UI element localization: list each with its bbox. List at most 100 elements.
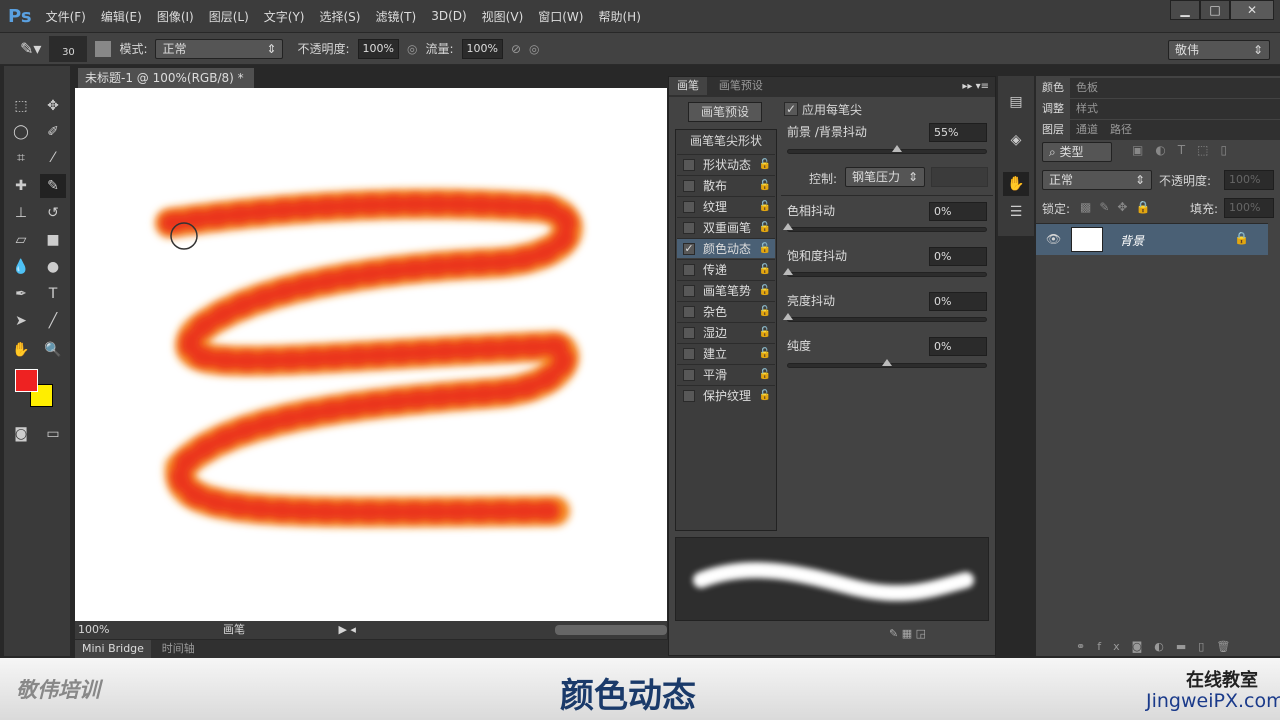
tab-styles[interactable]: 样式 <box>1070 99 1104 119</box>
eraser-tool-icon[interactable]: ▱ <box>8 228 34 252</box>
brush-presets-icon[interactable]: ☰ <box>1003 200 1029 224</box>
lock-icon[interactable]: 🔓 <box>759 260 771 280</box>
menu-select[interactable]: 选择(S) <box>320 8 361 25</box>
layer-filter-icons[interactable]: ▣◐T⬚▯ <box>1132 143 1239 157</box>
brush-setting-item[interactable]: 湿边 🔓 <box>677 322 775 342</box>
brightness-jitter-slider[interactable] <box>783 313 987 322</box>
workspace-select[interactable]: 敬伟 ⇕ <box>1168 40 1270 60</box>
tab-channels[interactable]: 通道 <box>1070 120 1104 140</box>
lock-icon[interactable]: 🔓 <box>759 344 771 364</box>
path-select-icon[interactable]: ➤ <box>8 309 34 333</box>
eyedropper-icon[interactable]: ⁄ <box>40 146 66 170</box>
lock-icon[interactable]: 🔓 <box>759 218 771 238</box>
tab-adjustments[interactable]: 调整 <box>1036 99 1070 119</box>
brush-setting-item[interactable]: 双重画笔 🔓 <box>677 217 775 237</box>
lock-icon[interactable]: 🔓 <box>759 176 771 196</box>
type-tool-icon[interactable]: T <box>40 282 66 306</box>
brush-setting-item[interactable]: ✓ 颜色动态 🔓 <box>677 238 775 258</box>
slider-thumb[interactable] <box>783 268 793 275</box>
brush-panel-toggle-icon[interactable] <box>95 40 112 57</box>
pen-tool-icon[interactable]: ✒ <box>8 282 34 306</box>
close-button[interactable]: ✕ <box>1230 0 1274 20</box>
lock-icon[interactable]: 🔓 <box>759 197 771 217</box>
tab-timeline[interactable]: 时间轴 <box>155 640 202 658</box>
slider-thumb[interactable] <box>882 359 892 366</box>
brush-setting-item[interactable]: 画笔笔势 🔓 <box>677 280 775 300</box>
panel-menu-icon[interactable]: ▸▸ ▾≡ <box>962 77 995 97</box>
pressure-opacity-icon[interactable]: ◎ <box>407 42 417 56</box>
checkbox[interactable] <box>683 180 695 192</box>
tab-brush[interactable]: 画笔 <box>669 77 707 95</box>
menu-image[interactable]: 图像(I) <box>157 8 194 25</box>
move-tool-icon[interactable]: ✥ <box>40 94 66 118</box>
brush-setting-item[interactable]: 保护纹理 🔓 <box>677 385 775 405</box>
checkbox[interactable] <box>683 264 695 276</box>
brush-setting-item[interactable]: 纹理 🔓 <box>677 196 775 216</box>
checkbox[interactable] <box>683 285 695 297</box>
lock-icon[interactable]: 🔓 <box>759 155 771 175</box>
quick-select-icon[interactable]: ✐ <box>40 120 66 144</box>
checkbox[interactable] <box>683 306 695 318</box>
flow-input[interactable]: 100% <box>461 38 503 59</box>
purity-slider[interactable] <box>787 359 987 368</box>
lock-icon[interactable]: 🔓 <box>759 365 771 385</box>
brush-panel-footer-icons[interactable]: ✎ ▦ ◲ <box>889 627 926 640</box>
checkbox[interactable]: ✓ <box>683 243 695 255</box>
menu-3d[interactable]: 3D(D) <box>431 9 466 23</box>
checkbox[interactable] <box>683 327 695 339</box>
fill-input[interactable]: 100% <box>1224 198 1274 218</box>
menu-filter[interactable]: 滤镜(T) <box>375 8 416 25</box>
control-select[interactable]: 钢笔压力 ⇕ <box>845 167 925 187</box>
brush-tool-icon[interactable]: ✎▾ <box>20 39 41 58</box>
brush-size-picker[interactable]: 30 <box>49 35 88 62</box>
menu-window[interactable]: 窗口(W) <box>538 8 583 25</box>
menu-layer[interactable]: 图层(L) <box>209 8 249 25</box>
marquee-tool-icon[interactable]: ⬚ <box>8 94 34 118</box>
brush-setting-item[interactable]: 散布 🔓 <box>677 175 775 195</box>
fg-bg-jitter-slider[interactable] <box>787 145 987 154</box>
menu-view[interactable]: 视图(V) <box>482 8 524 25</box>
layers-footer-icons[interactable]: ⚭fx◙◐▬▯🗑 <box>1076 640 1242 653</box>
hue-jitter-input[interactable]: 0% <box>929 202 987 221</box>
brush-setting-item[interactable]: 平滑 🔓 <box>677 364 775 384</box>
blend-mode-select[interactable]: 正常 ⇕ <box>1042 170 1152 190</box>
brush-tool-icon[interactable]: ✎ <box>40 174 66 198</box>
line-tool-icon[interactable]: ╱ <box>40 309 66 333</box>
lock-icons[interactable]: ▩✎✥🔒 <box>1080 200 1158 214</box>
lock-icon[interactable]: 🔓 <box>759 281 771 301</box>
fg-bg-jitter-input[interactable]: 55% <box>929 123 987 142</box>
status-info[interactable]: 画笔 <box>223 623 245 636</box>
mode-select[interactable]: 正常 ⇕ <box>155 38 284 59</box>
brightness-jitter-input[interactable]: 0% <box>929 292 987 311</box>
tab-mini-bridge[interactable]: Mini Bridge <box>75 640 151 658</box>
tab-swatches[interactable]: 色板 <box>1070 78 1104 98</box>
3d-panel-icon[interactable]: ◈ <box>1003 128 1029 152</box>
tab-layers[interactable]: 图层 <box>1036 120 1070 140</box>
quick-mask-icon[interactable]: ◙ <box>8 422 34 446</box>
brush-setting-item[interactable]: 杂色 🔓 <box>677 301 775 321</box>
checkbox[interactable] <box>683 159 695 171</box>
tab-paths[interactable]: 路径 <box>1104 120 1138 140</box>
checkbox[interactable] <box>683 369 695 381</box>
brush-setting-item[interactable]: 形状动态 🔓 <box>677 154 775 174</box>
zoom-tool-icon[interactable]: 🔍 <box>40 338 66 362</box>
tab-color[interactable]: 颜色 <box>1036 78 1070 98</box>
brush-presets-button[interactable]: 画笔预设 <box>688 102 762 122</box>
apply-per-tip-checkbox[interactable]: ✓ <box>784 102 798 116</box>
menu-file[interactable]: 文件(F) <box>46 8 86 25</box>
layer-filter-select[interactable]: ⌕ 类型 <box>1042 142 1112 162</box>
airbrush-icon[interactable]: ⊘ <box>511 42 521 56</box>
slider-thumb[interactable] <box>783 223 793 230</box>
menu-help[interactable]: 帮助(H) <box>598 8 640 25</box>
screen-mode-icon[interactable]: ▭ <box>40 422 66 446</box>
lock-icon[interactable]: 🔓 <box>759 323 771 343</box>
pressure-size-icon[interactable]: ◎ <box>529 42 539 56</box>
layer-row-background[interactable]: 👁 背景 🔒 <box>1036 223 1268 255</box>
gradient-tool-icon[interactable]: ■ <box>40 228 66 252</box>
slider-thumb[interactable] <box>892 145 902 152</box>
hand-tool-icon[interactable]: ✋ <box>8 338 34 362</box>
opacity-input[interactable]: 100% <box>357 38 399 59</box>
minimize-button[interactable]: ▁ <box>1170 0 1200 20</box>
history-brush-icon[interactable]: ↺ <box>40 201 66 225</box>
menu-edit[interactable]: 编辑(E) <box>101 8 142 25</box>
